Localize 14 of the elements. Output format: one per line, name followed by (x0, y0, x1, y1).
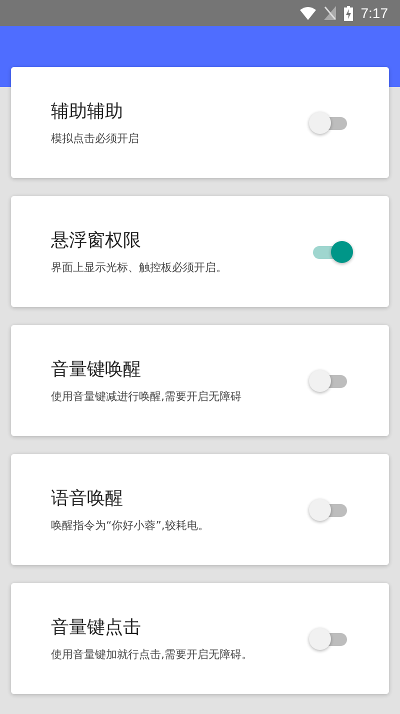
status-time: 7:17 (360, 5, 388, 21)
wifi-icon (300, 6, 316, 20)
setting-title: 语音唤醒 (51, 487, 124, 510)
setting-description: 模拟点击必须开启 (51, 131, 139, 146)
setting-title: 音量键唤醒 (51, 358, 142, 381)
setting-title: 辅助辅助 (51, 100, 124, 123)
battery-charging-icon (344, 6, 353, 20)
setting-title: 悬浮窗权限 (51, 229, 142, 252)
setting-description: 使用音量键减进行唤醒,需要开启无障碍 (51, 389, 242, 404)
setting-description: 唤醒指令为“你好小蓉”,较耗电。 (51, 518, 209, 533)
no-signal-icon (324, 6, 336, 20)
setting-description: 使用音量键加就行点击,需要开启无障碍。 (51, 647, 252, 662)
setting-description: 界面上显示光标、触控板必须开启。 (51, 260, 227, 275)
setting-title: 音量键点击 (51, 616, 142, 639)
